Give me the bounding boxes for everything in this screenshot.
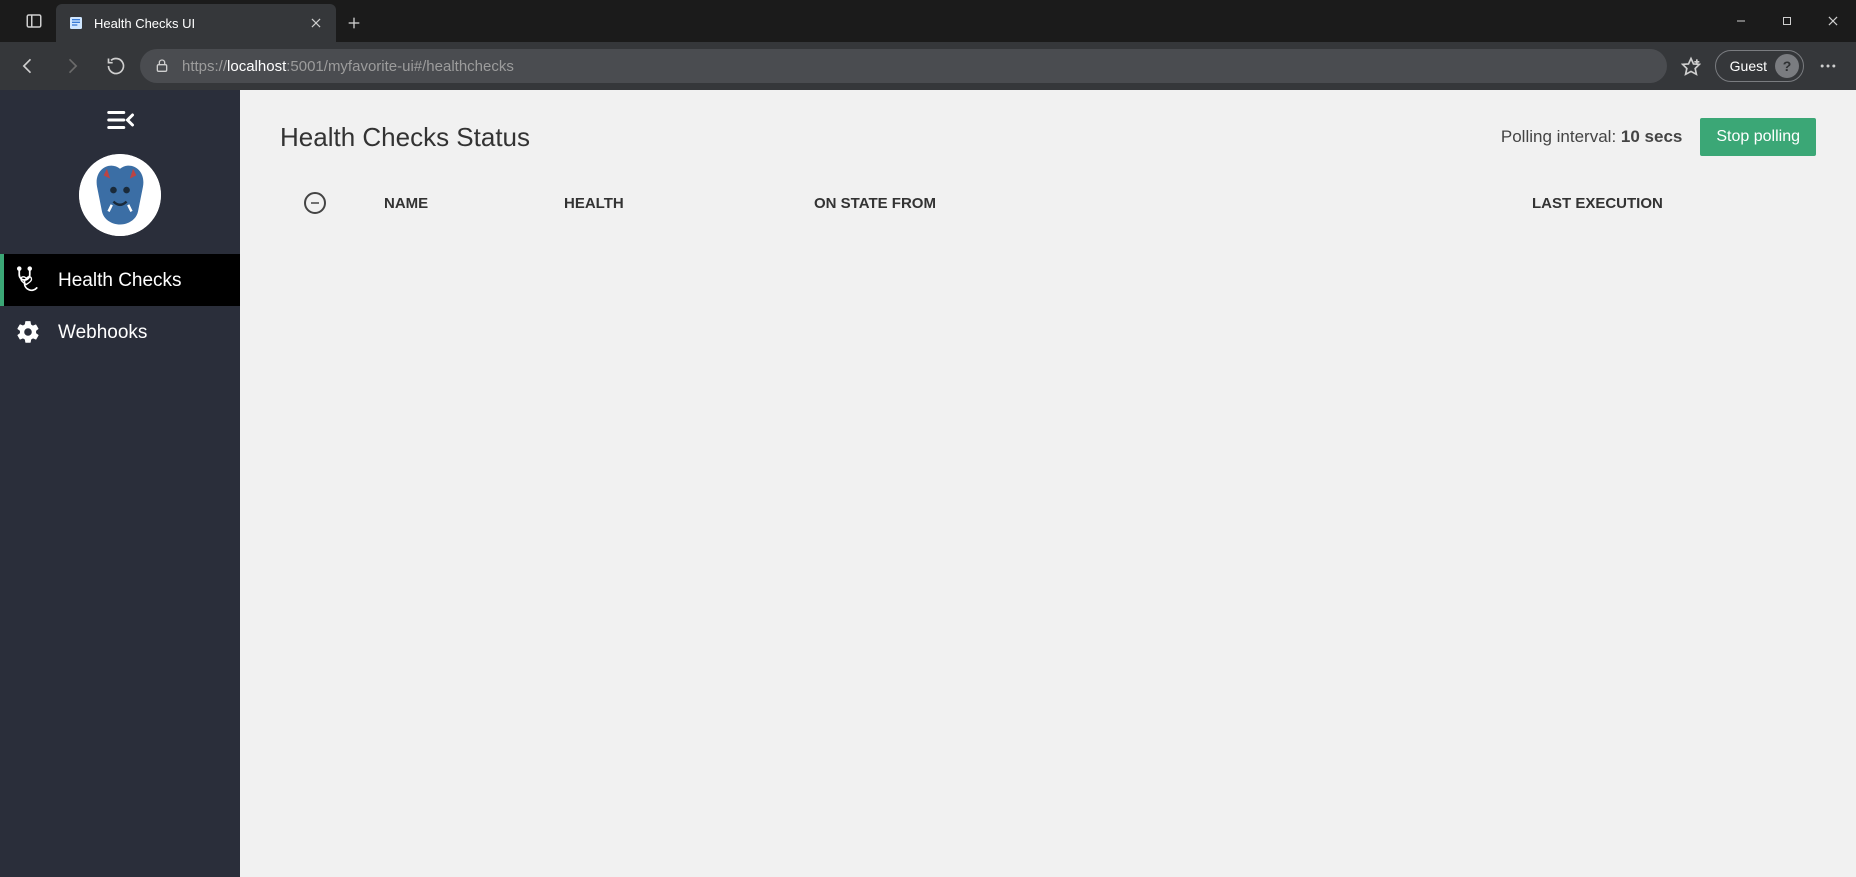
column-header-health: HEALTH (564, 195, 814, 212)
status-controls: Polling interval: 10 secs Stop polling (1501, 118, 1816, 156)
stop-polling-button[interactable]: Stop polling (1700, 118, 1816, 156)
new-tab-button[interactable] (336, 4, 372, 42)
url-path: :5001/myfavorite-ui#/healthchecks (286, 58, 514, 75)
refresh-button[interactable] (96, 46, 136, 86)
polling-interval-label: Polling interval: 10 secs (1501, 127, 1682, 147)
profile-button[interactable]: Guest ? (1715, 50, 1804, 82)
address-bar[interactable]: https://localhost:5001/myfavorite-ui#/he… (140, 49, 1667, 83)
column-header-name: NAME (384, 195, 564, 212)
page-title: Health Checks Status (280, 122, 530, 153)
sidebar-item-label: Health Checks (58, 271, 182, 290)
stethoscope-icon (14, 266, 42, 294)
app-root: Health Checks Webhooks Health Checks Sta… (0, 90, 1856, 877)
title-bar: Health Checks UI (0, 0, 1856, 42)
logo-icon (79, 154, 161, 236)
sidebar-item-healthchecks[interactable]: Health Checks (0, 254, 240, 306)
favorites-button[interactable] (1671, 46, 1711, 86)
sidebar-toggle-button[interactable] (0, 90, 240, 150)
minus-circle-icon (304, 192, 326, 214)
window-minimize-button[interactable] (1718, 0, 1764, 42)
url-scheme: https:// (182, 58, 227, 75)
column-header-last-exec: LAST EXECUTION (1532, 195, 1792, 212)
profile-label: Guest (1730, 58, 1767, 74)
window-controls (1718, 0, 1856, 42)
site-security-icon[interactable] (152, 58, 172, 74)
sidebar-item-label: Webhooks (58, 323, 147, 342)
expand-all-toggle[interactable] (304, 192, 384, 214)
tab-actions-button[interactable] (12, 0, 56, 42)
avatar-icon: ? (1775, 54, 1799, 78)
browser-chrome: Health Checks UI (0, 0, 1856, 90)
healthchecks-table-header: NAME HEALTH ON STATE FROM LAST EXECUTION (280, 184, 1816, 222)
polling-prefix: Polling interval: (1501, 127, 1621, 146)
browser-menu-button[interactable] (1808, 46, 1848, 86)
back-button[interactable] (8, 46, 48, 86)
column-header-on-state-from: ON STATE FROM (814, 195, 1532, 212)
favicon-icon (68, 15, 84, 31)
tab-close-button[interactable] (302, 9, 330, 37)
sidebar-item-webhooks[interactable]: Webhooks (0, 306, 240, 358)
sidebar-nav: Health Checks Webhooks (0, 254, 240, 358)
url-text: https://localhost:5001/myfavorite-ui#/he… (182, 58, 1655, 75)
forward-button[interactable] (52, 46, 92, 86)
browser-tab[interactable]: Health Checks UI (56, 4, 336, 42)
tab-title: Health Checks UI (94, 16, 292, 31)
polling-suffix: secs (1640, 127, 1683, 146)
polling-value: 10 (1621, 127, 1640, 146)
status-header: Health Checks Status Polling interval: 1… (280, 118, 1816, 156)
browser-toolbar: https://localhost:5001/myfavorite-ui#/he… (0, 42, 1856, 90)
gear-icon (14, 318, 42, 346)
window-close-button[interactable] (1810, 0, 1856, 42)
window-maximize-button[interactable] (1764, 0, 1810, 42)
main-content: Health Checks Status Polling interval: 1… (240, 90, 1856, 877)
url-host: localhost (227, 58, 286, 75)
sidebar: Health Checks Webhooks (0, 90, 240, 877)
sidebar-logo (0, 150, 240, 254)
